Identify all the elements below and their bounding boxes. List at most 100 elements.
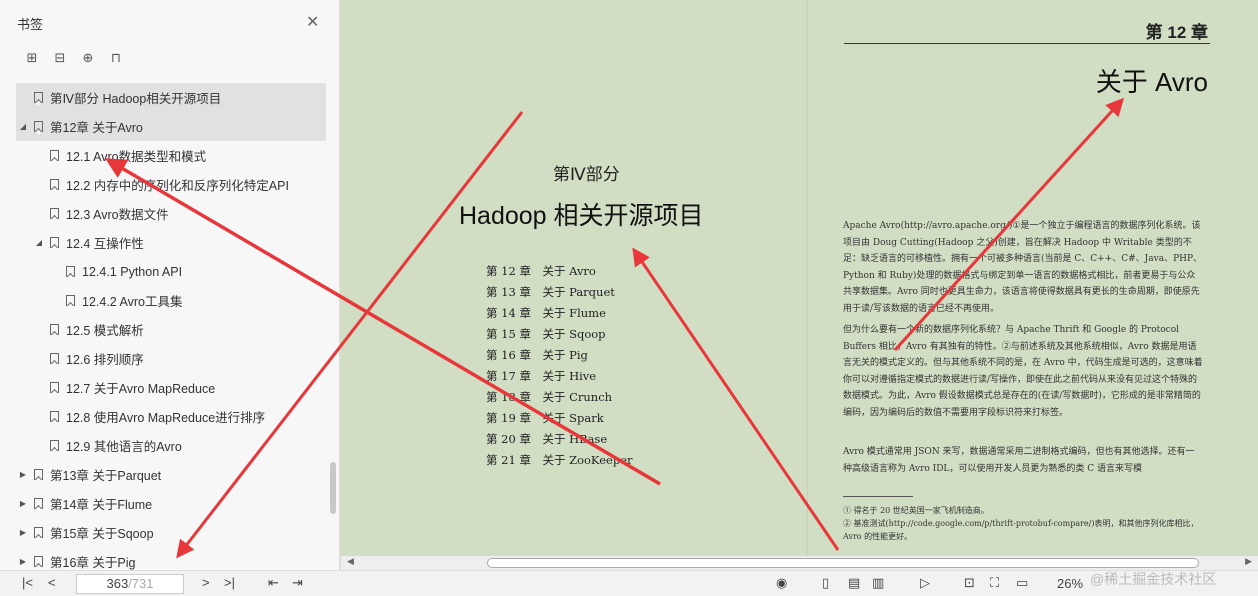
page-current: 363	[106, 576, 129, 591]
footnote-2: ② 基准测试(http://code.google.com/p/thrift-p…	[843, 519, 1199, 541]
footnote-rule	[843, 496, 913, 497]
bookmark-icon	[50, 208, 59, 219]
bookmark-label: 12.6 排列顺序	[66, 353, 144, 367]
toc-entry: 第 17 章 关于 Hive	[486, 369, 597, 383]
prev-page-icon[interactable]: <	[48, 575, 56, 590]
part-title: Hadoop 相关开源项目	[459, 202, 704, 230]
part-label: 第Ⅳ部分	[553, 165, 620, 184]
bookmark-item[interactable]: 12.3 Avro数据文件	[16, 199, 326, 228]
bookmark-item[interactable]: ▶ 第13章 关于Parquet	[16, 460, 326, 489]
play-icon[interactable]: ▷	[920, 575, 930, 591]
bookmark-item[interactable]: ▶ 第15章 关于Sqoop	[16, 518, 326, 547]
scroll-right-icon[interactable]: ▶	[1245, 556, 1252, 567]
collapse-icon[interactable]: ⊟	[52, 50, 68, 66]
expand-toggle-icon[interactable]: ◢	[18, 122, 28, 131]
continuous-page-icon[interactable]: ▤	[848, 575, 860, 591]
zoom-level[interactable]: 26%	[1057, 576, 1083, 591]
bookmark-label: 第15章 关于Sqoop	[50, 527, 154, 541]
toc-entry: 第 13 章 关于 Parquet	[486, 285, 615, 299]
bookmark-label: 12.3 Avro数据文件	[66, 208, 169, 222]
status-bar: |< < 363/731 > >| ⇤ ⇥ ◉ ▯ ▤ ▥ ▷ ⊡ ⛶ ▭ 26…	[0, 570, 1258, 596]
bookmark-item[interactable]: 12.1 Avro数据类型和模式	[16, 141, 326, 170]
bookmark-icon	[34, 556, 43, 567]
bookmark-label: 第12章 关于Avro	[50, 121, 143, 135]
bookmark-sidebar: 书签 ✕ ⊞ ⊟ ⊕ ⊓ 第Ⅳ部分 Hadoop相关开源项目 ◢ 第12章 关于Av…	[0, 0, 340, 570]
bookmark-label: 12.4.1 Python API	[82, 264, 183, 279]
bookmark-item[interactable]: 12.4.2 Avro工具集	[16, 286, 326, 315]
expand-toggle-icon[interactable]: ▶	[18, 528, 28, 537]
close-icon[interactable]: ✕	[306, 12, 319, 32]
paragraph-1: Apache Avro(http://avro.apache.org/)①是一个…	[843, 221, 1203, 314]
bookmark-item[interactable]: 12.4.1 Python API	[16, 257, 326, 286]
expand-toggle-icon[interactable]: ▶	[18, 557, 28, 566]
right-page: 第 12 章 关于 Avro Apache Avro(http://avro.a…	[807, 0, 1258, 556]
toc-entry: 第 12 章 关于 Avro	[486, 264, 596, 278]
bookmark-icon	[50, 324, 59, 335]
back-icon[interactable]: ⇤	[268, 575, 279, 591]
bookmark-item[interactable]: 12.6 排列顺序	[16, 344, 326, 373]
bookmark-label: 12.2 内存中的序列化和反序列化特定API	[66, 179, 289, 193]
bookmark-icon	[50, 411, 59, 422]
bookmark-item[interactable]: 12.2 内存中的序列化和反序列化特定API	[16, 170, 326, 199]
bookmark-label: 12.7 关于Avro MapReduce	[66, 382, 216, 396]
toc-entry: 第 14 章 关于 Flume	[486, 306, 606, 320]
fit-width-icon[interactable]: ▭	[1016, 575, 1028, 591]
chapter-rule	[844, 43, 1210, 44]
bookmark-item[interactable]: ◢ 12.4 互操作性	[16, 228, 326, 257]
bookmark-icon	[50, 237, 59, 248]
footnotes: ① 得名于 20 世纪英国一家飞机制造商。 ② 基准测试(http://code…	[843, 504, 1203, 543]
expand-toggle-icon[interactable]: ◢	[34, 238, 44, 247]
bookmark-item[interactable]: 12.5 模式解析	[16, 315, 326, 344]
bookmark-icon	[66, 266, 75, 277]
bookmark-icon	[34, 498, 43, 509]
fit-page-icon[interactable]: ⛶	[990, 575, 999, 591]
toc-entry: 第 15 章 关于 Sqoop	[486, 327, 606, 341]
expand-toggle-icon[interactable]: ▶	[18, 470, 28, 479]
chapter-title: 关于 Avro	[1095, 67, 1208, 97]
dual-page-icon[interactable]: ▥	[872, 575, 884, 591]
sidebar-scrollbar[interactable]	[330, 462, 336, 514]
toc-entry: 第 19 章 关于 Spark	[486, 411, 604, 425]
add-bookmark-icon[interactable]: ⊕	[80, 50, 96, 66]
bookmark-item[interactable]: ◢ 第12章 关于Avro	[16, 112, 326, 141]
bookmark-label: 12.8 使用Avro MapReduce进行排序	[66, 411, 266, 425]
bookmark-item[interactable]: 12.7 关于Avro MapReduce	[16, 373, 326, 402]
last-page-icon[interactable]: >|	[224, 575, 235, 590]
bookmark-label: 12.1 Avro数据类型和模式	[66, 150, 207, 164]
scroll-left-icon[interactable]: ◀	[347, 556, 354, 567]
expand-icon[interactable]: ⊞	[24, 50, 40, 66]
bookmark-icon[interactable]: ⊓	[108, 50, 124, 66]
bookmark-item[interactable]: ▶ 第14章 关于Flume	[16, 489, 326, 518]
bookmark-icon	[50, 353, 59, 364]
watermark: @稀土掘金技术社区	[1090, 571, 1217, 587]
bookmark-icon	[34, 92, 43, 103]
bookmark-tree: 第Ⅳ部分 Hadoop相关开源项目 ◢ 第12章 关于Avro 12.1 Avro数据…	[16, 83, 326, 576]
scroll-thumb[interactable]	[487, 558, 1199, 568]
single-page-icon[interactable]: ▯	[822, 575, 829, 591]
toc-entry: 第 16 章 关于 Pig	[486, 348, 588, 362]
bookmark-icon	[34, 527, 43, 538]
toc-entry: 第 20 章 关于 HBase	[486, 432, 608, 446]
bookmark-icon	[66, 295, 75, 306]
paragraph-3: Avro 模式通常用 JSON 来写，数据通常采用二进制格式编码，但也有其他选择…	[843, 447, 1195, 474]
bookmark-item[interactable]: 第Ⅳ部分 Hadoop相关开源项目	[16, 83, 326, 112]
expand-toggle-icon[interactable]: ▶	[18, 499, 28, 508]
horizontal-scrollbar[interactable]: ◀ ▶	[341, 556, 1258, 570]
bookmark-icon	[50, 179, 59, 190]
next-page-icon[interactable]: >	[202, 575, 210, 590]
bookmark-item[interactable]: 12.9 其他语言的Avro	[16, 431, 326, 460]
forward-icon[interactable]: ⇥	[292, 575, 303, 591]
bookmark-label: 12.4.2 Avro工具集	[82, 295, 183, 309]
part-toc: 第 12 章 关于 Avro 第 13 章 关于 Parquet 第 14 章 关于…	[486, 263, 633, 473]
page-total: /731	[128, 576, 154, 591]
first-page-icon[interactable]: |<	[22, 575, 33, 590]
bookmark-item[interactable]: 12.8 使用Avro MapReduce进行排序	[16, 402, 326, 431]
bookmark-icon	[34, 469, 43, 480]
bookmark-icon	[34, 121, 43, 132]
eye-icon[interactable]: ◉	[776, 575, 787, 591]
page-number-input[interactable]: 363/731	[76, 574, 184, 594]
actual-size-icon[interactable]: ⊡	[964, 575, 975, 591]
left-page: 第Ⅳ部分 Hadoop 相关开源项目 第 12 章 关于 Avro 第 13 章 …	[341, 0, 807, 556]
document-view: 第Ⅳ部分 Hadoop 相关开源项目 第 12 章 关于 Avro 第 13 章 …	[341, 0, 1258, 556]
bookmark-label: 12.9 其他语言的Avro	[66, 440, 182, 454]
